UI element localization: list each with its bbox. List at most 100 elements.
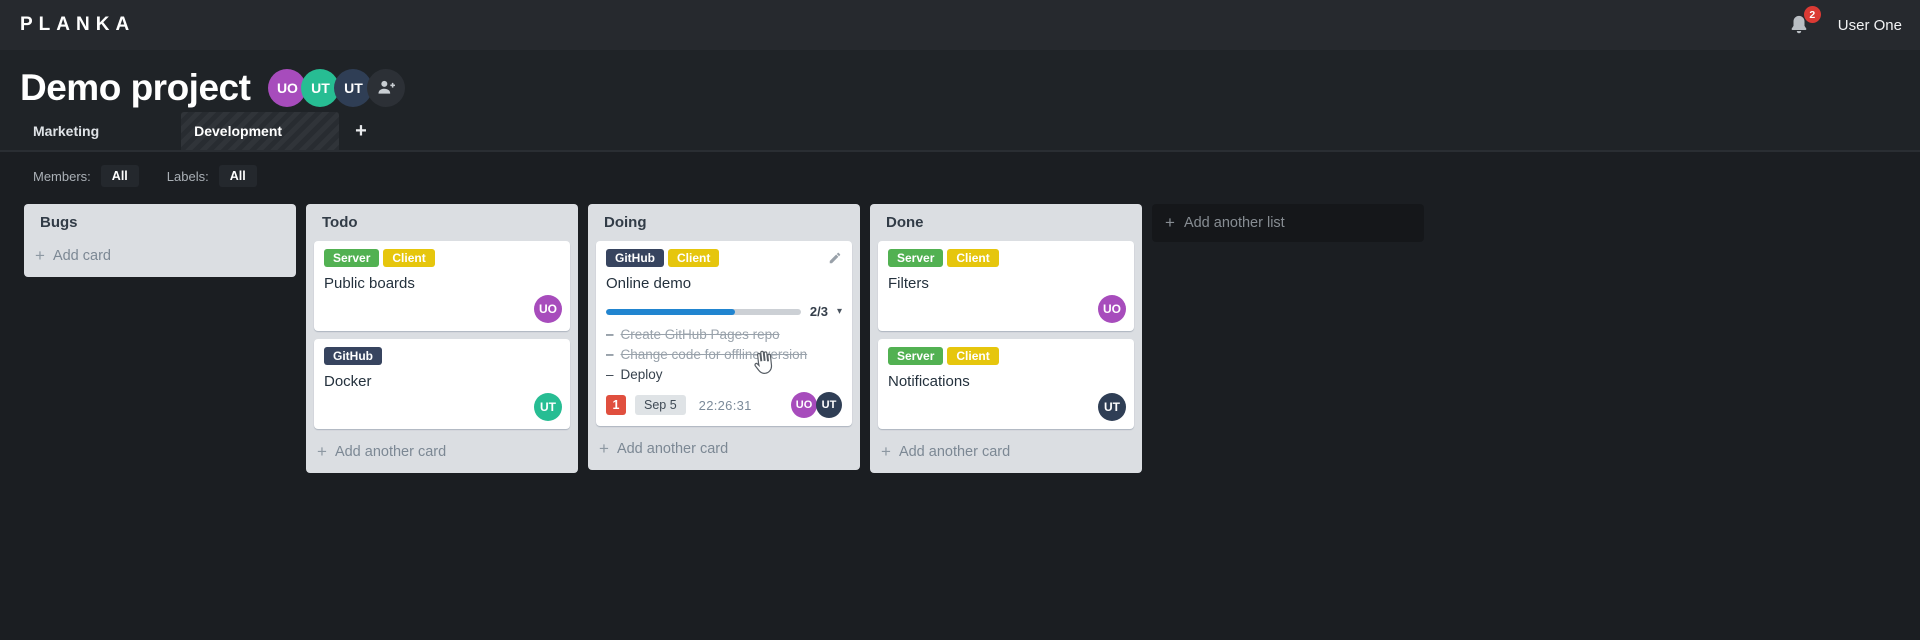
- due-date-badge[interactable]: Sep 5: [635, 395, 686, 415]
- cards-container: Server Client Filters UO Server Client Notific…: [870, 241, 1142, 429]
- pencil-icon: [829, 252, 841, 264]
- list-title[interactable]: Todo: [306, 214, 578, 241]
- card-label: Client: [383, 249, 435, 267]
- add-card-label: Add another card: [898, 444, 1011, 460]
- task-text: Create GitHub Pages repo: [620, 327, 780, 342]
- list-title[interactable]: Done: [870, 214, 1142, 241]
- tab-marketing[interactable]: Marketing: [8, 112, 124, 150]
- card-members: UT: [1098, 393, 1126, 421]
- card-label: GitHub: [606, 249, 664, 267]
- add-card-label: Add card: [52, 248, 111, 264]
- plus-icon: +: [1165, 213, 1175, 232]
- project-title[interactable]: Demo project: [20, 69, 251, 106]
- card-labels: Server Client: [888, 347, 1124, 365]
- add-card-label: Add another card: [616, 441, 729, 457]
- card-name: Filters: [888, 275, 929, 292]
- header-right: 2 User One: [1788, 6, 1902, 37]
- card-badges: 1 Sep 5 22:26:31 UO UT: [606, 392, 842, 418]
- add-card-button[interactable]: + Add another card: [870, 437, 1142, 467]
- card-name: Docker: [324, 373, 372, 390]
- members-filter-value[interactable]: All: [100, 165, 139, 187]
- add-card-label: Add another card: [334, 444, 447, 460]
- card-label: Client: [947, 347, 999, 365]
- list: Doing GitHub Client Online demo 2/3 ▾ – Create …: [588, 204, 860, 470]
- card[interactable]: Server Client Notifications UT: [878, 339, 1134, 429]
- card-label: Client: [947, 249, 999, 267]
- card[interactable]: Server Client Public boards UO: [314, 241, 570, 331]
- list-title[interactable]: Bugs: [24, 214, 296, 241]
- card-notification-badge: 1: [606, 395, 626, 415]
- list-title[interactable]: Doing: [588, 214, 860, 241]
- add-card-button[interactable]: + Add another card: [588, 434, 860, 464]
- card[interactable]: Server Client Filters UO: [878, 241, 1134, 331]
- plus-icon: +: [317, 442, 327, 461]
- card-label: Server: [888, 249, 944, 267]
- plus-icon: +: [881, 442, 891, 461]
- card-name: Public boards: [324, 275, 415, 292]
- card-labels: GitHub: [324, 347, 560, 365]
- task-text: Deploy: [620, 367, 663, 382]
- card-labels: Server Client: [324, 249, 560, 267]
- card-edit-button[interactable]: [828, 251, 842, 265]
- task-item: – Deploy: [606, 366, 842, 383]
- card-member-avatar[interactable]: UT: [816, 392, 842, 418]
- lists-row: Bugs + Add card Todo Server Client Public boar…: [0, 188, 1920, 473]
- task-progress: 2/3 ▾: [606, 304, 842, 319]
- card[interactable]: GitHub Client Online demo 2/3 ▾ – Create GitHu…: [596, 241, 852, 426]
- card-label: Server: [888, 347, 944, 365]
- add-card-button[interactable]: + Add another card: [306, 437, 578, 467]
- card-members: UO: [1098, 295, 1126, 323]
- task-dash: –: [606, 367, 614, 382]
- plus-icon: +: [35, 246, 45, 265]
- user-menu[interactable]: User One: [1838, 17, 1902, 34]
- card-member-avatar[interactable]: UO: [1098, 295, 1126, 323]
- card-members: UO: [534, 295, 562, 323]
- card-name: Online demo: [606, 275, 692, 292]
- add-board-button[interactable]: +: [341, 112, 381, 150]
- list: Done Server Client Filters UO Server Client Not…: [870, 204, 1142, 473]
- list: Bugs + Add card: [24, 204, 296, 277]
- board-tabs: Marketing Development +: [0, 112, 1920, 150]
- members-filter-label: Members:: [33, 168, 91, 184]
- card-label: GitHub: [324, 347, 382, 365]
- app-header: PLANKA 2 User One: [0, 0, 1920, 50]
- card[interactable]: GitHub Docker UT: [314, 339, 570, 429]
- list: Todo Server Client Public boards UO GitHub Doc…: [306, 204, 578, 473]
- card-member-avatar[interactable]: UT: [1098, 393, 1126, 421]
- card-members: UO UT: [791, 392, 842, 418]
- cards-container: GitHub Client Online demo 2/3 ▾ – Create GitHu…: [588, 241, 860, 426]
- card-label: Client: [668, 249, 720, 267]
- project-members: UO UT UT: [268, 69, 406, 107]
- plus-icon: +: [599, 439, 609, 458]
- task-progress-bar: [606, 308, 801, 315]
- cards-container: Server Client Public boards UO GitHub Docker U…: [306, 241, 578, 429]
- notification-count-badge: 2: [1803, 6, 1821, 23]
- card-member-avatar[interactable]: UO: [791, 392, 817, 418]
- add-list-button[interactable]: + Add another list: [1152, 204, 1424, 242]
- card-member-avatar[interactable]: UO: [534, 295, 562, 323]
- task-progress-label: 2/3: [809, 304, 828, 319]
- timer-badge[interactable]: 22:26:31: [699, 398, 752, 413]
- card-member-avatar[interactable]: UT: [534, 393, 562, 421]
- labels-filter-value[interactable]: All: [218, 165, 257, 187]
- card-labels: GitHub Client: [606, 249, 842, 267]
- task-dash: –: [606, 347, 614, 362]
- add-list-label: Add another list: [1183, 215, 1285, 231]
- task-text: Change code for offline version: [620, 347, 808, 362]
- tasks-toggle-caret-icon[interactable]: ▾: [837, 306, 842, 317]
- app-logo: PLANKA: [20, 14, 136, 35]
- card-name: Notifications: [888, 373, 970, 390]
- tab-development[interactable]: Development: [181, 112, 340, 150]
- card-labels: Server Client: [888, 249, 1124, 267]
- board: Members: All Labels: All Bugs + Add card To…: [0, 152, 1920, 473]
- task-progress-fill: [606, 308, 735, 315]
- project-band: Demo project UO UT UT Marketing Developm…: [0, 50, 1920, 152]
- add-member-button[interactable]: [367, 69, 406, 107]
- add-card-button[interactable]: + Add card: [24, 241, 296, 271]
- bell-icon: [1788, 15, 1810, 41]
- card-members: UT: [534, 393, 562, 421]
- user-plus-icon: [376, 77, 396, 100]
- task-item: – Change code for offline version: [606, 346, 842, 363]
- notifications-button[interactable]: 2: [1788, 6, 1821, 37]
- card-label: Server: [324, 249, 380, 267]
